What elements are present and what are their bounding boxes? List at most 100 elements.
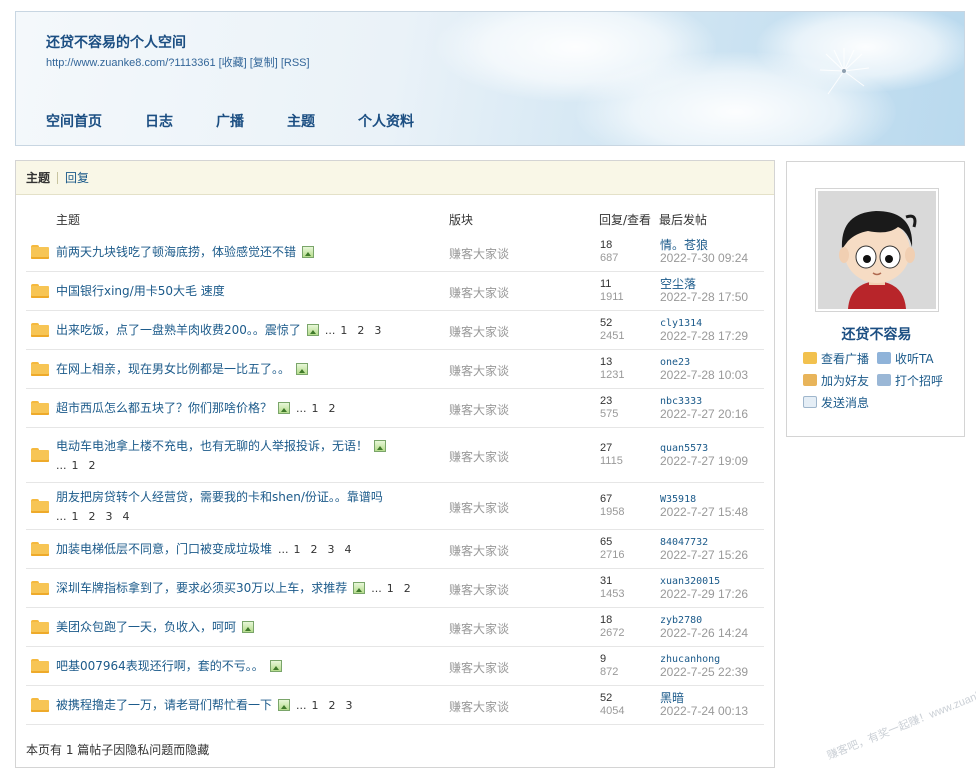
thread-counts: 52 2451 [600,317,624,343]
thread-forum-link[interactable]: 赚客大家谈 [449,284,509,301]
thread-counts: 23 575 [600,395,618,421]
folder-icon [31,448,49,462]
thread-forum-link[interactable]: 赚客大家谈 [449,499,509,516]
table-row: 出来吃饭，点了一盘熟羊肉收费200。。震惊了... 1 2 3 赚客大家谈 52 2451 c… [26,312,764,350]
avatar[interactable] [818,191,936,309]
image-attachment-icon [306,324,319,336]
thread-forum-link[interactable]: 赚客大家谈 [449,448,509,465]
add-friend-action[interactable]: 加为好友 [803,372,869,389]
table-row: 被携程撸走了一万，请老哥们帮忙看一下... 1 2 3 赚客大家谈 52 4054 黑暗 202… [26,687,764,725]
thread-forum-link[interactable]: 赚客大家谈 [449,323,509,340]
copy-link[interactable]: [复制] [250,57,278,69]
page-link[interactable]: 2 [357,324,364,337]
page-link[interactable]: 3 [346,699,353,712]
thread-forum-link[interactable]: 赚客大家谈 [449,401,509,418]
thread-subject: 超市西瓜怎么都五块了？你们那啥价格？... 1 2 [56,399,436,418]
thread-title-link[interactable]: 被携程撸走了一万，请老哥们帮忙看一下 [56,698,272,712]
thread-title-link[interactable]: 加装电梯低层不同意，门口被变成垃圾堆 [56,542,272,556]
table-row: 美团众包跑了一天，负收入，呵呵 赚客大家谈 18 2672 zyb2780 2022-7-… [26,609,764,647]
thread-title-link[interactable]: 在网上相亲，现在男女比例都是一比五了。。 [56,362,290,376]
thread-forum-link[interactable]: 赚客大家谈 [449,620,509,637]
thread-title-link[interactable]: 前两天九块钱吃了顿海底捞，体验感觉还不错 [56,245,296,259]
view-broadcast-action[interactable]: 查看广播 [803,350,869,367]
page-link[interactable]: 1 [294,543,301,556]
thread-title-link[interactable]: 中国银行xing/用卡50大毛 速度 [56,284,225,298]
profile-name[interactable]: 还贷不容易 [787,324,966,344]
favorite-link[interactable]: [收藏] [219,57,247,69]
page-link[interactable]: 3 [106,510,113,523]
thread-title-link[interactable]: 电动车电池拿上楼不充电，也有无聊的人举报投诉，无语！ [56,439,368,453]
nav-threads[interactable]: 主题 [287,111,315,131]
thread-title-link[interactable]: 美团众包跑了一天，负收入，呵呵 [56,620,236,634]
nav-broadcast[interactable]: 广播 [216,111,244,131]
handshake-icon [803,374,817,386]
thread-forum-link[interactable]: 赚客大家谈 [449,659,509,676]
page-link[interactable]: 3 [328,543,335,556]
page-link[interactable]: 1 [340,324,347,337]
tab-replies[interactable]: 回复 [65,169,89,186]
watermark: 赚客吧，有奖一起赚！www.zuanke8.com [825,675,976,763]
last-post-info: nbc3333 2022-7-27 20:16 [660,395,748,421]
send-message-action[interactable]: 发送消息 [803,394,869,411]
poke-label: 打个招呼 [895,374,944,388]
page-link[interactable]: 3 [374,324,381,337]
page-link[interactable]: 1 [312,402,319,415]
nav-blog[interactable]: 日志 [145,111,173,131]
folder-icon [31,542,49,556]
megaphone-icon [803,352,817,364]
space-header: 还贷不容易的个人空间 http://www.zuanke8.com/?11133… [15,11,965,146]
view-count: 1115 [600,455,623,467]
last-post-info: 黑暗 2022-7-24 00:13 [660,692,748,718]
last-post-info: 空尘落 2022-7-28 17:50 [660,278,748,304]
thread-forum-link[interactable]: 赚客大家谈 [449,542,509,559]
page-link[interactable]: 2 [311,543,318,556]
poke-action[interactable]: 打个招呼 [877,372,943,389]
thread-title-link[interactable]: 深圳车牌指标拿到了，要求必须买30万以上车，求推荐 [56,581,347,595]
nav-profile[interactable]: 个人资料 [358,111,414,131]
folder-icon [31,244,49,259]
tab-threads[interactable]: 主题 [26,169,50,186]
page-link[interactable]: 4 [123,510,130,523]
folder-icon [31,323,49,337]
thread-title-link[interactable]: 朋友把房贷转个人经营贷，需要我的卡和shen/份证。。靠谱吗 [56,490,383,504]
table-row: 中国银行xing/用卡50大毛 速度 赚客大家谈 11 1911 空尘落 2022-7-2… [26,273,764,311]
last-post-date: 2022-7-28 17:29 [660,329,749,343]
thread-counts: 52 4054 [600,692,624,718]
space-title[interactable]: 还贷不容易的个人空间 [46,32,186,52]
space-url[interactable]: http://www.zuanke8.com/?1113361 [46,57,216,69]
thread-title-link[interactable]: 吧基007964表现还行啊，套的不亏。。 [56,659,264,673]
thread-title-link[interactable]: 超市西瓜怎么都五块了？你们那啥价格？ [56,401,272,415]
rss-link[interactable]: [RSS] [281,57,310,69]
page-link[interactable]: 1 [72,510,79,523]
thread-subject: 深圳车牌指标拿到了，要求必须买30万以上车，求推荐... 1 2 [56,579,436,598]
thread-forum-link[interactable]: 赚客大家谈 [449,581,509,598]
table-row: 超市西瓜怎么都五块了？你们那啥价格？... 1 2 赚客大家谈 23 575 nbc3333… [26,390,764,428]
nav-home[interactable]: 空间首页 [46,111,102,131]
tab-divider [57,171,59,184]
view-count: 2672 [600,627,625,639]
image-attachment-icon [296,363,309,375]
page-link[interactable]: 2 [89,459,96,472]
page-link[interactable]: 2 [404,582,411,595]
thread-counts: 65 2716 [600,536,624,562]
thread-pages: ... 1 2 3 [325,324,387,337]
page-link[interactable]: 1 [387,582,394,595]
page-link[interactable]: 2 [329,402,336,415]
last-poster-link[interactable]: 情。苍狼 [660,238,748,252]
view-count: 2716 [600,549,625,561]
page-link[interactable]: 1 [312,699,319,712]
last-post-info: quan5573 2022-7-27 19:09 [660,442,748,468]
page-link[interactable]: 2 [329,699,336,712]
thread-forum-link[interactable]: 赚客大家谈 [449,362,509,379]
page-link[interactable]: 4 [345,543,352,556]
thread-title-link[interactable]: 出来吃饭，点了一盘熟羊肉收费200。。震惊了 [56,323,301,337]
thread-counts: 18 687 [600,239,618,265]
follow-label: 收听TA [895,352,934,366]
thread-forum-link[interactable]: 赚客大家谈 [449,245,509,262]
follow-action[interactable]: 收听TA [877,350,934,367]
view-count: 1231 [600,369,625,381]
thread-forum-link[interactable]: 赚客大家谈 [449,698,509,715]
col-subject: 主题 [56,213,81,227]
page-link[interactable]: 2 [89,510,96,523]
page-link[interactable]: 1 [72,459,79,472]
